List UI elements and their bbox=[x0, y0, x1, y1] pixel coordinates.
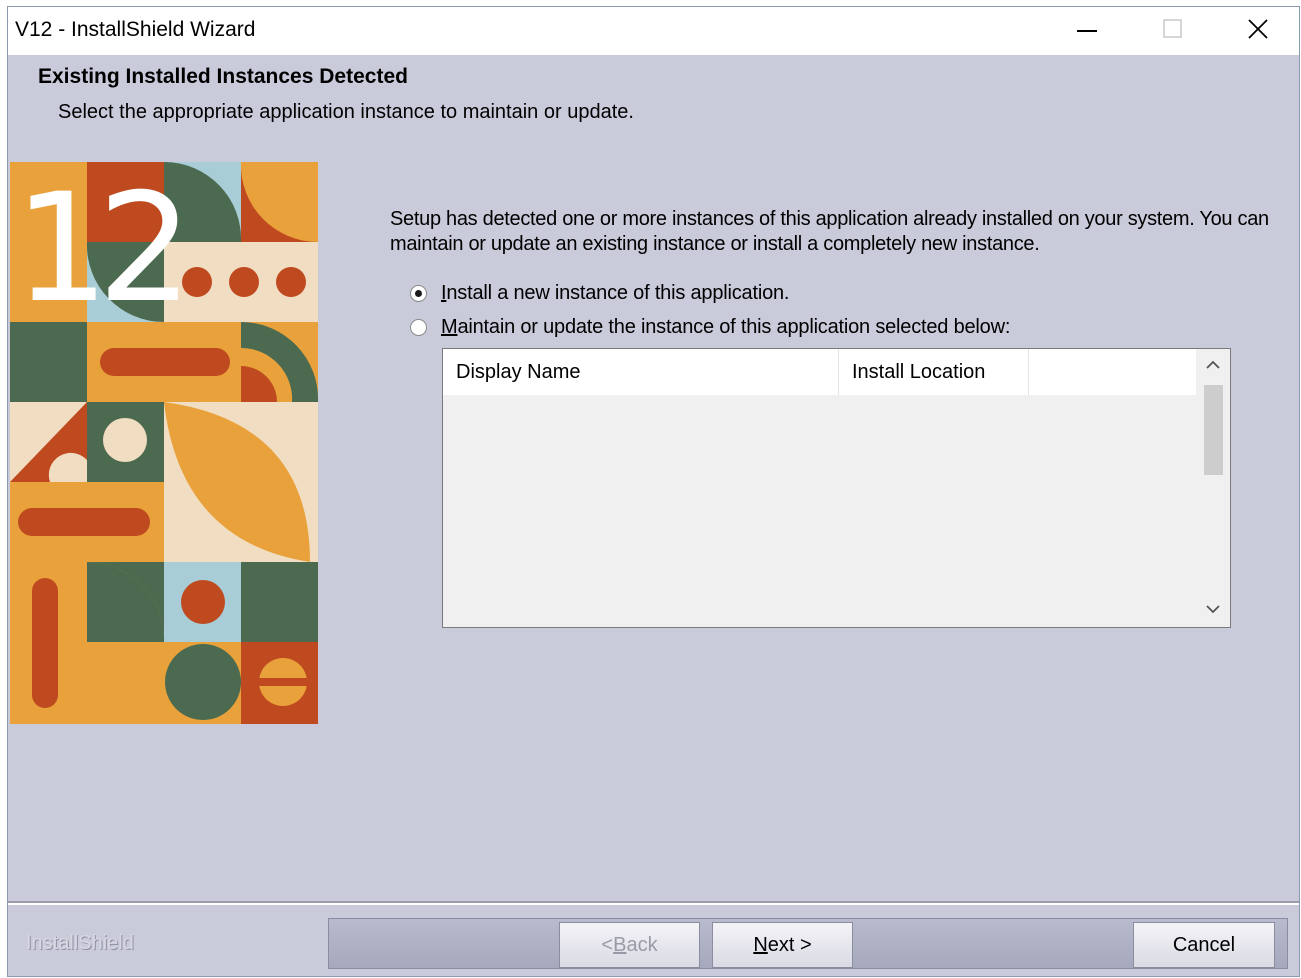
maximize-icon bbox=[1162, 18, 1184, 45]
page-subtitle: Select the appropriate application insta… bbox=[58, 101, 634, 123]
art-number: 12 bbox=[14, 162, 181, 336]
scroll-down-button[interactable] bbox=[1196, 593, 1230, 627]
scroll-up-button[interactable] bbox=[1196, 349, 1230, 383]
description-text: Setup has detected one or more instances… bbox=[390, 208, 1269, 255]
close-icon bbox=[1247, 18, 1269, 45]
title-bar[interactable]: V12 - InstallShield Wizard bbox=[8, 7, 1299, 55]
radio-install-new-label: Install a new instance of this applicati… bbox=[441, 282, 790, 304]
installshield-brand: InstallShield bbox=[26, 932, 134, 954]
list-header: Display Name Install Location bbox=[443, 349, 1196, 395]
radio-install-new[interactable]: Install a new instance of this applicati… bbox=[410, 282, 789, 305]
column-header-display-name[interactable]: Display Name bbox=[443, 349, 839, 395]
footer-divider bbox=[8, 903, 1299, 905]
next-button[interactable]: Next > bbox=[712, 922, 853, 968]
window-title: V12 - InstallShield Wizard bbox=[15, 18, 256, 41]
radio-button-unchecked[interactable] bbox=[410, 319, 427, 336]
minimize-icon bbox=[1076, 18, 1098, 45]
radio-maintain-existing-label: Maintain or update the instance of this … bbox=[441, 316, 1011, 338]
back-button[interactable]: < Back bbox=[559, 922, 700, 968]
cancel-button[interactable]: Cancel bbox=[1133, 922, 1275, 968]
instances-list[interactable]: Display Name Install Location bbox=[442, 348, 1231, 628]
column-header-install-location[interactable]: Install Location bbox=[839, 349, 1029, 395]
installshield-window: V12 - InstallShield Wizard Existing Inst… bbox=[7, 6, 1300, 977]
wizard-artwork: 12 bbox=[10, 161, 319, 724]
vertical-scrollbar[interactable] bbox=[1196, 349, 1230, 627]
radio-button-checked[interactable] bbox=[410, 285, 427, 302]
chevron-down-icon bbox=[1206, 601, 1220, 619]
chevron-up-icon bbox=[1206, 357, 1220, 375]
close-button[interactable] bbox=[1215, 7, 1301, 55]
minimize-button[interactable] bbox=[1044, 7, 1130, 55]
scroll-thumb[interactable] bbox=[1204, 385, 1223, 475]
page-title: Existing Installed Instances Detected bbox=[38, 65, 408, 88]
maximize-button[interactable] bbox=[1130, 7, 1216, 55]
radio-maintain-existing[interactable]: Maintain or update the instance of this … bbox=[410, 316, 1010, 339]
